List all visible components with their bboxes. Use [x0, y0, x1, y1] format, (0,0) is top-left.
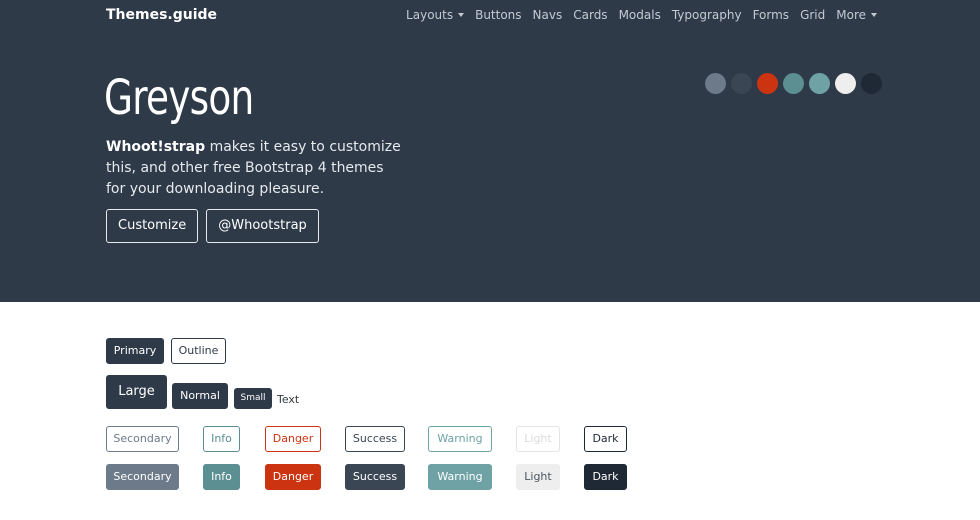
caret-down-icon — [458, 13, 465, 17]
nav-label: Navs — [532, 8, 563, 22]
nav-item-layouts[interactable]: Layouts — [406, 8, 465, 22]
color-swatches — [705, 73, 887, 94]
solid-variant-button[interactable]: Dark — [584, 464, 627, 490]
color-swatch[interactable] — [757, 73, 778, 94]
nav-label: Layouts — [406, 8, 454, 22]
outline-variant-button[interactable]: Secondary — [106, 426, 179, 452]
nav-item-navs[interactable]: Navs — [533, 8, 563, 22]
primary-button[interactable]: Primary — [106, 338, 164, 364]
lead-brand: Whoot!strap — [106, 139, 206, 155]
lead-text: Whoot!strap makes it easy to customize t… — [106, 137, 406, 200]
outline-variant-button[interactable]: Danger — [265, 426, 321, 452]
color-swatch[interactable] — [783, 73, 804, 94]
brand-logo[interactable]: Themes.guide — [106, 7, 217, 23]
solid-variant-button[interactable]: Light — [516, 464, 560, 490]
outline-variant-button[interactable]: Warning — [428, 426, 492, 452]
nav-label: Typography — [671, 8, 742, 22]
solid-variant-button[interactable]: Success — [345, 464, 405, 490]
outline-variant-button[interactable]: Success — [345, 426, 405, 452]
nav-label: Grid — [800, 8, 826, 22]
normal-button[interactable]: Normal — [172, 383, 228, 409]
nav-item-cards[interactable]: Cards — [573, 8, 607, 22]
outline-variant-button[interactable]: Light — [516, 426, 560, 452]
solid-variant-button[interactable]: Secondary — [106, 464, 179, 490]
nav-item-typography[interactable]: Typography — [672, 8, 742, 22]
color-swatch[interactable] — [835, 73, 856, 94]
nav-label: Forms — [752, 8, 790, 22]
hero-section: Themes.guide Layouts Buttons Navs Cards … — [0, 0, 980, 302]
solid-variant-button[interactable]: Warning — [428, 464, 492, 490]
nav-item-forms[interactable]: Forms — [753, 8, 789, 22]
page-title: Greyson — [104, 70, 254, 126]
small-button[interactable]: Small — [234, 388, 272, 409]
nav-item-more[interactable]: More — [836, 8, 877, 22]
outline-variant-button[interactable]: Info — [203, 426, 240, 452]
nav-item-buttons[interactable]: Buttons — [475, 8, 521, 22]
solid-variant-button[interactable]: Danger — [265, 464, 321, 490]
nav-label: Buttons — [475, 8, 522, 22]
color-swatch[interactable] — [861, 73, 882, 94]
large-button[interactable]: Large — [106, 375, 167, 409]
outline-variant-button[interactable]: Dark — [584, 426, 627, 452]
nav-item-grid[interactable]: Grid — [800, 8, 825, 22]
customize-button[interactable]: Customize — [106, 209, 199, 243]
color-swatch[interactable] — [705, 73, 726, 94]
caret-down-icon — [871, 13, 877, 17]
hero-actions: Customize @Whootstrap — [106, 209, 327, 243]
color-swatch[interactable] — [731, 73, 752, 94]
color-swatch[interactable] — [809, 73, 830, 94]
twitter-button[interactable]: @Whootstrap — [206, 209, 319, 243]
nav-label: Modals — [618, 8, 661, 22]
nav-label: More — [836, 8, 866, 22]
nav-item-modals[interactable]: Modals — [619, 8, 661, 22]
outline-button[interactable]: Outline — [171, 338, 226, 364]
nav-label: Cards — [573, 8, 608, 22]
main-nav: Layouts Buttons Navs Cards Modals Typogr… — [395, 8, 877, 22]
solid-variant-button[interactable]: Info — [203, 464, 240, 490]
text-button[interactable]: Text — [277, 393, 299, 406]
